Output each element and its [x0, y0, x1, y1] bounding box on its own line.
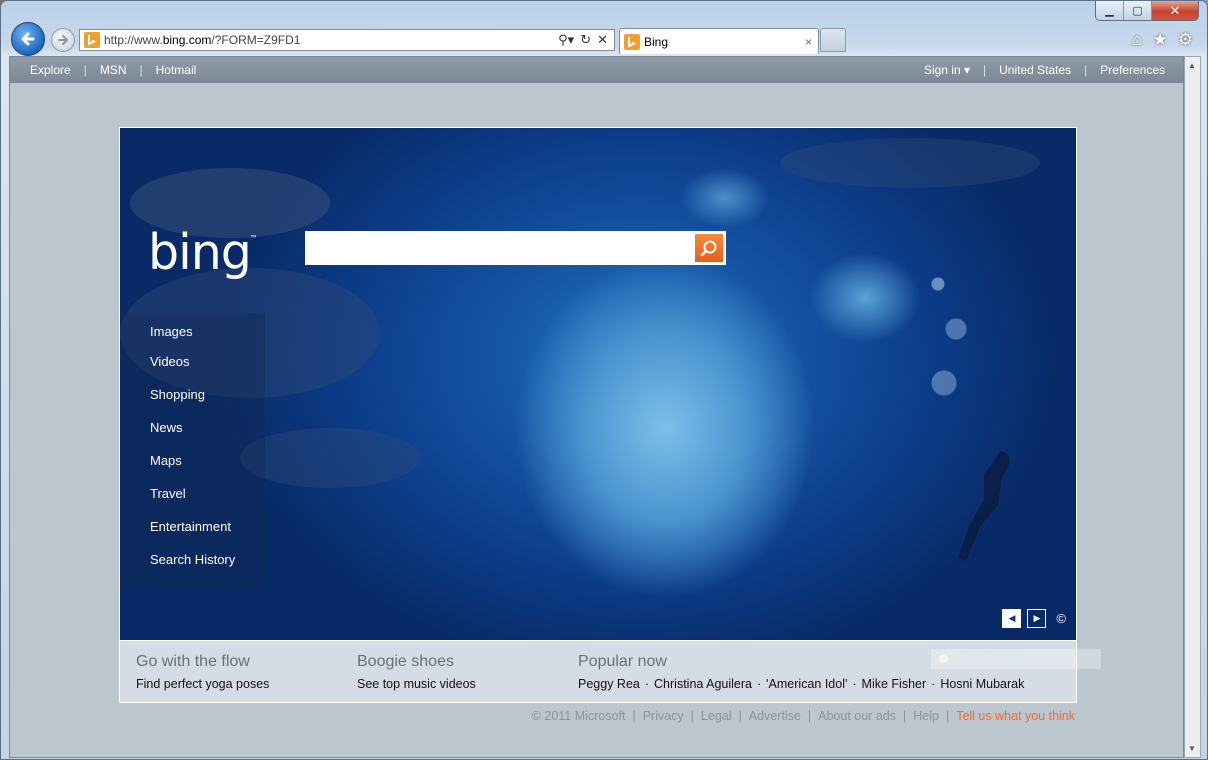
address-bar[interactable]: http://www.bing.com/?FORM=Z9FD1 ⚲▾ ↻ ✕ — [79, 29, 615, 51]
url-suffix: /?FORM=Z9FD1 — [211, 33, 301, 47]
header-separator: | — [139, 63, 143, 77]
window-caption-buttons: ▁ ▢ ✕ — [1095, 1, 1199, 21]
search-icon — [700, 240, 717, 257]
bing-header-bar: Explore | MSN | Hotmail Sign in ▾ | Unit… — [10, 57, 1183, 83]
search-box — [305, 231, 726, 265]
diver-silhouette-icon — [958, 451, 1010, 561]
tile-title: Boogie shoes — [357, 653, 454, 670]
nav-search-history[interactable]: Search History — [150, 552, 235, 567]
bing-tab-favicon-icon — [624, 33, 640, 50]
nav-images[interactable]: Images — [150, 324, 193, 339]
footer-privacy-link[interactable]: Privacy — [643, 709, 684, 723]
tab-bing[interactable]: Bing × — [619, 28, 819, 54]
trademark-mark: ™ — [249, 234, 258, 243]
previous-image-button[interactable]: ◀ — [1002, 609, 1022, 628]
dot-separator: · — [644, 677, 650, 691]
footer-separator: | — [632, 709, 636, 723]
dot-separator: · — [757, 677, 762, 691]
header-separator: | — [1084, 63, 1088, 77]
footer-separator: | — [807, 709, 812, 723]
nav-videos[interactable]: Videos — [150, 354, 190, 369]
tab-title: Bing — [644, 34, 669, 49]
nav-maps[interactable]: Maps — [150, 453, 182, 468]
back-button[interactable] — [11, 22, 45, 56]
footer-separator: | — [945, 709, 950, 723]
search-button[interactable] — [695, 234, 723, 262]
sign-in-link[interactable]: Sign in ▾ — [924, 63, 970, 77]
footer-separator: | — [902, 709, 907, 723]
popular-link[interactable]: Mike Fisher — [862, 677, 927, 691]
tile-link[interactable]: Find perfect yoga poses — [136, 677, 269, 691]
forward-arrow-icon — [58, 35, 69, 45]
snip-icon — [939, 654, 948, 663]
refresh-icon[interactable]: ↻ — [580, 32, 591, 48]
dot-separator: · — [852, 677, 857, 691]
bing-favicon-icon — [84, 32, 100, 48]
nav-travel[interactable]: Travel — [150, 486, 186, 501]
footer-separator: | — [738, 709, 742, 723]
tile-music[interactable]: Boogie shoes See top music videos — [357, 653, 476, 691]
footer-copyright: © 2011 Microsoft — [531, 709, 626, 723]
popular-link[interactable]: Hosni Mubarak — [940, 677, 1024, 691]
footer-feedback-link[interactable]: Tell us what you think — [956, 709, 1075, 723]
search-dropdown-icon[interactable]: ⚲▾ — [558, 32, 574, 48]
image-copyright-button[interactable]: © — [1056, 611, 1066, 626]
footer-about-ads-link[interactable]: About our ads — [818, 709, 896, 723]
explore-link[interactable]: Explore — [30, 63, 71, 77]
url-domain: bing.com — [162, 33, 212, 47]
new-tab-button[interactable] — [820, 28, 846, 52]
dot-separator: · — [931, 677, 936, 691]
page-viewport: Explore | MSN | Hotmail Sign in ▾ | Unit… — [9, 56, 1184, 758]
address-text[interactable]: http://www.bing.com/?FORM=Z9FD1 — [104, 33, 558, 47]
hotmail-link[interactable]: Hotmail — [156, 63, 197, 77]
footer-help-link[interactable]: Help — [913, 709, 939, 723]
popular-link[interactable]: 'American Idol' — [766, 677, 847, 691]
url-prefix: http://www. — [104, 33, 163, 47]
next-image-button[interactable]: ▶ — [1027, 609, 1047, 628]
header-separator: | — [83, 63, 87, 77]
nav-news[interactable]: News — [150, 420, 183, 435]
header-separator: | — [983, 63, 987, 77]
footer-advertise-link[interactable]: Advertise — [749, 709, 801, 723]
fish-school-decoration — [240, 428, 420, 488]
vertical-scrollbar[interactable]: ▲ ▼ — [1184, 56, 1201, 758]
home-icon[interactable]: ⌂ — [1132, 30, 1142, 50]
popular-link[interactable]: Peggy Rea — [578, 677, 640, 691]
nav-entertainment[interactable]: Entertainment — [150, 519, 231, 534]
tile-link[interactable]: See top music videos — [357, 677, 476, 691]
hero-image: bing ™ Images Videos Shopping News Maps T… — [119, 127, 1077, 641]
preferences-link[interactable]: Preferences — [1100, 63, 1165, 77]
tile-title: Go with the flow — [136, 653, 250, 670]
tile-yoga[interactable]: Go with the flow Find perfect yoga poses — [136, 653, 269, 691]
search-input[interactable] — [305, 231, 694, 265]
close-window-button[interactable]: ✕ — [1152, 1, 1198, 20]
bubbles-decoration — [920, 248, 980, 428]
back-arrow-icon — [21, 32, 35, 46]
nav-shopping[interactable]: Shopping — [150, 387, 205, 402]
msn-link[interactable]: MSN — [100, 63, 127, 77]
vertical-nav: Images Videos Shopping News Maps Travel … — [120, 313, 265, 588]
country-link[interactable]: United States — [999, 63, 1071, 77]
bing-logo[interactable]: bing ™ — [148, 224, 258, 281]
fish-school-decoration — [780, 138, 1040, 188]
popular-link[interactable]: Christina Aguilera — [654, 677, 752, 691]
footer-separator: | — [690, 709, 694, 723]
browser-window: ▁ ▢ ✕ http://www.bing.com/?FORM=Z9FD1 ⚲▾… — [0, 0, 1208, 760]
footer-legal-link[interactable]: Legal — [701, 709, 732, 723]
tab-close-icon[interactable]: × — [805, 35, 812, 49]
maximize-button[interactable]: ▢ — [1124, 1, 1152, 20]
minimize-button[interactable]: ▁ — [1096, 1, 1124, 20]
stop-icon[interactable]: ✕ — [597, 32, 608, 48]
window-snip-overlay[interactable]: Window Snip — [931, 649, 1101, 669]
tools-gear-icon[interactable]: ⚙ — [1178, 30, 1193, 50]
footer: © 2011 Microsoft | Privacy | Legal | Advert… — [532, 709, 1075, 723]
scroll-down-icon[interactable]: ▼ — [1188, 744, 1196, 753]
forward-button[interactable] — [51, 28, 75, 52]
bing-logo-text: bing — [148, 224, 252, 281]
favorites-star-icon[interactable]: ★ — [1153, 30, 1168, 50]
snip-label: Window Snip — [961, 652, 1026, 664]
scroll-up-icon[interactable]: ▲ — [1188, 61, 1196, 70]
